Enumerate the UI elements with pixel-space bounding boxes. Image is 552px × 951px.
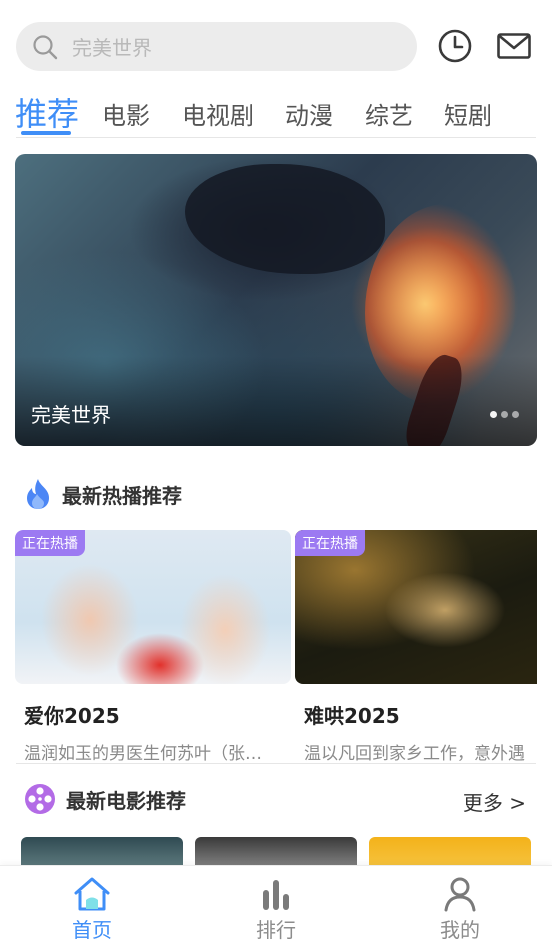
hot-card-desc: 温以凡回到家乡工作，意外遇 (304, 744, 525, 764)
hot-card-tag: 正在热播 (295, 530, 365, 556)
hot-card[interactable]: 正在热播 难哄2025 温以凡回到家乡工作，意外遇 (295, 530, 552, 764)
film-reel-icon (25, 784, 55, 814)
category-tabs: 推荐 电影 电视剧 动漫 综艺 短剧 (0, 86, 552, 138)
hot-card-thumbnail: 正在热播 (15, 530, 291, 684)
movie-section-header: 最新电影推荐 (24, 783, 186, 815)
active-tab-indicator (21, 131, 71, 135)
tab-variety[interactable]: 综艺 (365, 96, 413, 131)
hot-section-header: 最新热播推荐 (24, 478, 182, 510)
tab-anime[interactable]: 动漫 (285, 96, 333, 131)
flame-icon (27, 479, 49, 509)
banner-carousel[interactable]: 完美世界 (15, 154, 537, 446)
carousel-dots (490, 411, 519, 418)
carousel-dot[interactable] (501, 411, 508, 418)
hot-card-name: 爱你2025 (24, 704, 120, 728)
nav-item-ranking[interactable]: 排行 (226, 876, 326, 943)
nav-label-ranking: 排行 (256, 918, 296, 942)
tab-movie[interactable]: 电影 (102, 96, 150, 131)
tab-short-drama[interactable]: 短剧 (444, 96, 492, 131)
nav-item-mine[interactable]: 我的 (410, 876, 510, 943)
hot-card-tag: 正在热播 (15, 530, 85, 556)
banner-art-rock (185, 164, 385, 274)
nav-item-home[interactable]: 首页 (42, 876, 142, 943)
hot-card-thumbnail: 正在热播 (295, 530, 537, 684)
carousel-dot[interactable] (512, 411, 519, 418)
app-root: 完美世界 推荐 电影 电视剧 动漫 综艺 短剧 完美世界 最新热播推荐 正在热播… (0, 0, 552, 951)
search-bar[interactable]: 完美世界 (16, 22, 417, 71)
bar-chart-icon (263, 880, 289, 910)
hot-section-title: 最新热播推荐 (62, 483, 182, 508)
hot-card-desc: 温润如玉的男医生何苏叶（张… (24, 744, 262, 764)
section-divider (16, 763, 536, 764)
user-icon (444, 877, 476, 912)
search-placeholder: 完美世界 (72, 36, 152, 60)
home-icon (74, 877, 110, 911)
tab-recommend[interactable]: 推荐 (15, 89, 79, 135)
movie-section-title: 最新电影推荐 (66, 788, 186, 813)
nav-label-mine: 我的 (440, 918, 480, 942)
tab-tv-series[interactable]: 电视剧 (182, 96, 254, 131)
hot-card[interactable]: 正在热播 爱你2025 温润如玉的男医生何苏叶（张… (15, 530, 291, 764)
clock-icon[interactable] (437, 28, 473, 64)
banner-title: 完美世界 (31, 403, 111, 427)
mail-icon[interactable] (496, 28, 532, 64)
more-link[interactable]: 更多 > (463, 787, 526, 816)
nav-label-home: 首页 (72, 918, 112, 942)
tabs-divider (16, 137, 536, 138)
carousel-dot[interactable] (490, 411, 497, 418)
search-icon (33, 34, 58, 59)
hot-card-name: 难哄2025 (304, 704, 400, 728)
bottom-nav: 首页 排行 我的 (0, 865, 552, 951)
